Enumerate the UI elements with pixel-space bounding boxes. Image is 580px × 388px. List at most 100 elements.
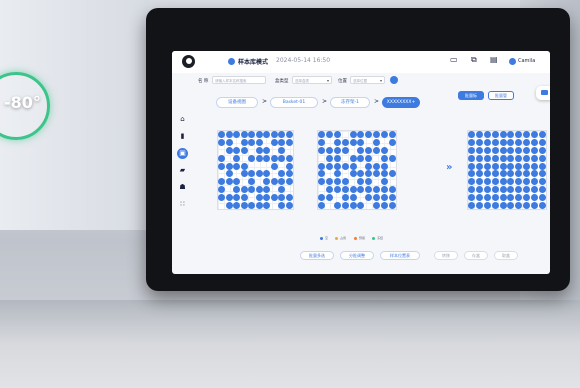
batch-select-button[interactable]: 批量多选 <box>300 251 334 260</box>
sample-tube-slot[interactable] <box>380 178 388 186</box>
sample-tube-slot[interactable] <box>499 170 507 178</box>
sample-tube-slot[interactable] <box>515 147 523 154</box>
sample-tube-slot[interactable] <box>318 193 326 201</box>
sample-tube-slot[interactable] <box>225 139 233 147</box>
sample-tube-slot[interactable] <box>373 147 380 154</box>
sample-tube-slot[interactable] <box>357 147 365 154</box>
sample-tube-slot[interactable] <box>334 131 341 139</box>
sample-tube-slot[interactable] <box>349 131 357 139</box>
sample-tube-slot[interactable] <box>468 147 476 154</box>
sample-tube-slot[interactable] <box>538 139 546 147</box>
sample-tube-slot[interactable] <box>388 139 396 147</box>
sample-tube-slot[interactable] <box>285 193 293 201</box>
sample-tube-slot[interactable] <box>507 193 515 201</box>
sample-tube-slot[interactable] <box>530 193 538 201</box>
transfer-button[interactable]: 转移 <box>434 251 458 260</box>
sample-tube-slot[interactable] <box>357 178 365 186</box>
sample-tube-slot[interactable] <box>476 131 484 139</box>
sample-tube-slot[interactable] <box>468 139 476 147</box>
sample-tube-slot[interactable] <box>326 147 334 154</box>
sample-tube-slot[interactable] <box>491 170 499 178</box>
sample-tube-slot[interactable] <box>326 193 334 201</box>
sample-tube-slot[interactable] <box>248 170 256 178</box>
sample-tube-slot[interactable] <box>225 193 233 201</box>
sample-tube-slot[interactable] <box>365 186 373 193</box>
sample-tube-slot[interactable] <box>491 178 499 186</box>
sample-tube-slot[interactable] <box>491 147 499 154</box>
breadcrumb-current-box[interactable]: XXXXXXXX+ <box>382 97 420 108</box>
sample-tube-slot[interactable] <box>476 170 484 178</box>
sample-tube-slot[interactable] <box>225 147 233 154</box>
sample-tube-slot[interactable] <box>349 162 357 170</box>
user-avatar[interactable] <box>509 58 516 65</box>
sample-tube-slot[interactable] <box>248 178 256 186</box>
sample-tube-slot[interactable] <box>515 178 523 186</box>
sample-tube-slot[interactable] <box>349 186 357 193</box>
sample-tube-slot[interactable] <box>515 201 523 209</box>
sample-tube-slot[interactable] <box>523 154 530 162</box>
sample-tube-slot[interactable] <box>225 201 233 209</box>
sample-tube-slot[interactable] <box>388 170 396 178</box>
sample-tube-slot[interactable] <box>523 170 530 178</box>
sample-tube-slot[interactable] <box>491 201 499 209</box>
users-icon[interactable]: ☗ <box>177 182 188 193</box>
box-grid-result[interactable] <box>467 130 547 210</box>
sample-tube-slot[interactable] <box>468 131 476 139</box>
sample-tube-slot[interactable] <box>278 147 286 154</box>
sample-tube-slot[interactable] <box>523 201 530 209</box>
sample-tube-slot[interactable] <box>341 147 349 154</box>
sample-tube-slot[interactable] <box>538 147 546 154</box>
sample-tube-slot[interactable] <box>255 170 263 178</box>
sample-tube-slot[interactable] <box>468 178 476 186</box>
sample-tube-slot[interactable] <box>380 186 388 193</box>
sample-tube-slot[interactable] <box>484 154 491 162</box>
sample-tube-slot[interactable] <box>240 193 248 201</box>
sample-tube-slot[interactable] <box>341 139 349 147</box>
sample-tube-slot[interactable] <box>507 178 515 186</box>
sample-tube-slot[interactable] <box>334 186 341 193</box>
retrieve-box-button[interactable]: 取盒 <box>494 251 518 260</box>
sample-tube-slot[interactable] <box>263 154 271 162</box>
sample-tube-slot[interactable] <box>530 186 538 193</box>
sample-tube-slot[interactable] <box>285 178 293 186</box>
sample-tube-slot[interactable] <box>380 154 388 162</box>
sample-tube-slot[interactable] <box>240 170 248 178</box>
sample-tube-slot[interactable] <box>373 139 380 147</box>
sample-tube-slot[interactable] <box>476 162 484 170</box>
sample-tube-slot[interactable] <box>530 139 538 147</box>
sample-tube-slot[interactable] <box>484 162 491 170</box>
sample-tube-slot[interactable] <box>285 139 293 147</box>
sample-tube-slot[interactable] <box>538 170 546 178</box>
box-icon[interactable]: ▣ <box>177 148 188 159</box>
sample-tube-slot[interactable] <box>530 147 538 154</box>
sample-tube-slot[interactable] <box>468 170 476 178</box>
sample-tube-slot[interactable] <box>285 201 293 209</box>
sample-tube-slot[interactable] <box>538 131 546 139</box>
side-drawer-tab[interactable] <box>536 86 550 100</box>
sample-tube-slot[interactable] <box>515 139 523 147</box>
sample-tube-slot[interactable] <box>538 154 546 162</box>
sample-tube-slot[interactable] <box>326 162 334 170</box>
sample-tube-slot[interactable] <box>240 201 248 209</box>
breadcrumb-rack[interactable]: 冻存架-1 <box>330 97 370 108</box>
sample-tube-slot[interactable] <box>484 193 491 201</box>
sample-tube-slot[interactable] <box>255 186 263 193</box>
batch-mark-button[interactable]: 批量标 <box>458 91 484 100</box>
sample-tube-slot[interactable] <box>225 170 233 178</box>
sample-tube-slot[interactable] <box>218 154 226 162</box>
sample-tube-slot[interactable] <box>318 147 326 154</box>
sample-tube-slot[interactable] <box>248 186 256 193</box>
sample-tube-slot[interactable] <box>507 201 515 209</box>
sample-tube-slot[interactable] <box>499 139 507 147</box>
sample-tube-slot[interactable] <box>476 193 484 201</box>
sample-tube-slot[interactable] <box>285 162 293 170</box>
sample-tube-slot[interactable] <box>357 131 365 139</box>
sample-tube-slot[interactable] <box>515 186 523 193</box>
sample-tube-slot[interactable] <box>523 178 530 186</box>
sample-tube-slot[interactable] <box>515 162 523 170</box>
sample-tube-slot[interactable] <box>373 131 380 139</box>
sample-tube-slot[interactable] <box>270 178 278 186</box>
sample-tube-slot[interactable] <box>341 178 349 186</box>
sample-tube-slot[interactable] <box>499 147 507 154</box>
sample-tube-slot[interactable] <box>341 193 349 201</box>
